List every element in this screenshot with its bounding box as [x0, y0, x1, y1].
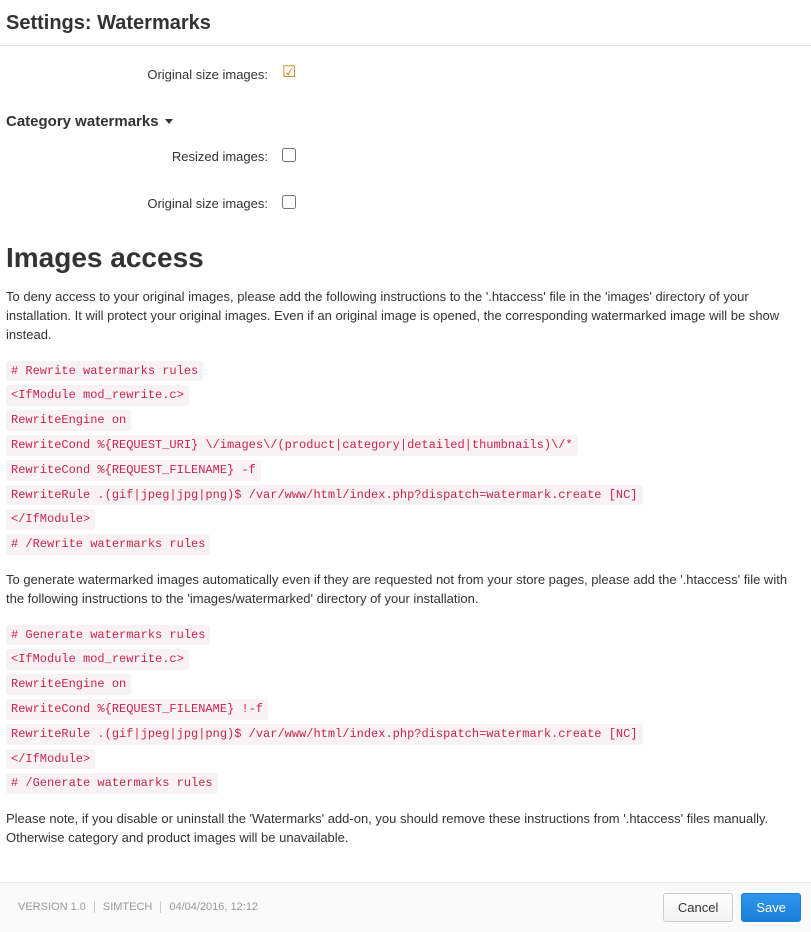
form-row-original-size-top: Original size images: ☑ — [6, 66, 805, 83]
category-watermarks-section-toggle[interactable]: Category watermarks — [6, 113, 805, 130]
code-line: </IfModule> — [6, 749, 95, 770]
code-line: # Rewrite watermarks rules — [6, 361, 203, 382]
content: Original size images: ☑ Category waterma… — [0, 46, 811, 882]
cancel-button[interactable]: Cancel — [663, 893, 733, 922]
code-line: <IfModule mod_rewrite.c> — [6, 385, 189, 406]
images-access-para1: To deny access to your original images, … — [6, 288, 805, 345]
code-line: RewriteRule .(gif|jpeg|jpg|png)$ /var/ww… — [6, 485, 643, 506]
code-line: # /Generate watermarks rules — [6, 773, 218, 794]
original-size-checkbox-cat[interactable] — [282, 195, 296, 209]
footer-actions: Cancel Save — [663, 893, 801, 922]
code-line: RewriteEngine on — [6, 674, 131, 695]
images-access-heading: Images access — [6, 242, 805, 274]
category-watermarks-title: Category watermarks — [6, 113, 159, 130]
code-line: </IfModule> — [6, 509, 95, 530]
code-line: RewriteEngine on — [6, 410, 131, 431]
images-access-para2: To generate watermarked images automatic… — [6, 571, 805, 609]
code-line: <IfModule mod_rewrite.c> — [6, 649, 189, 670]
caret-down-icon — [165, 119, 173, 124]
header: Settings: Watermarks — [0, 0, 811, 46]
images-access-para3: Please note, if you disable or uninstall… — [6, 810, 805, 848]
original-size-label-top: Original size images: — [6, 67, 276, 82]
code-line: # /Rewrite watermarks rules — [6, 534, 210, 555]
code-line: RewriteCond %{REQUEST_FILENAME} !-f — [6, 699, 268, 720]
code-line: # Generate watermarks rules — [6, 625, 210, 646]
save-button[interactable]: Save — [741, 893, 801, 922]
code-block-1: # Rewrite watermarks rules <IfModule mod_… — [6, 359, 805, 557]
code-line: RewriteCond %{REQUEST_URI} \/images\/(pr… — [6, 435, 578, 456]
footer-datetime: 04/04/2016, 12:12 — [161, 901, 266, 913]
original-size-label-cat: Original size images: — [6, 196, 276, 211]
footer-meta: VERSION 1.0 SIMTECH 04/04/2016, 12:12 — [10, 901, 266, 913]
form-row-resized: Resized images: — [6, 148, 805, 165]
form-row-original-size-cat: Original size images: — [6, 195, 805, 212]
footer: VERSION 1.0 SIMTECH 04/04/2016, 12:12 Ca… — [0, 882, 811, 932]
code-line: RewriteCond %{REQUEST_FILENAME} -f — [6, 460, 261, 481]
page-title: Settings: Watermarks — [6, 12, 805, 35]
footer-version: VERSION 1.0 — [10, 901, 95, 913]
footer-vendor: SIMTECH — [95, 901, 162, 913]
resized-checkbox[interactable] — [282, 148, 296, 162]
checkbox-checked-icon[interactable]: ☑ — [282, 66, 298, 82]
resized-label: Resized images: — [6, 149, 276, 164]
code-block-2: # Generate watermarks rules <IfModule mod… — [6, 623, 805, 797]
code-line: RewriteRule .(gif|jpeg|jpg|png)$ /var/ww… — [6, 724, 643, 745]
